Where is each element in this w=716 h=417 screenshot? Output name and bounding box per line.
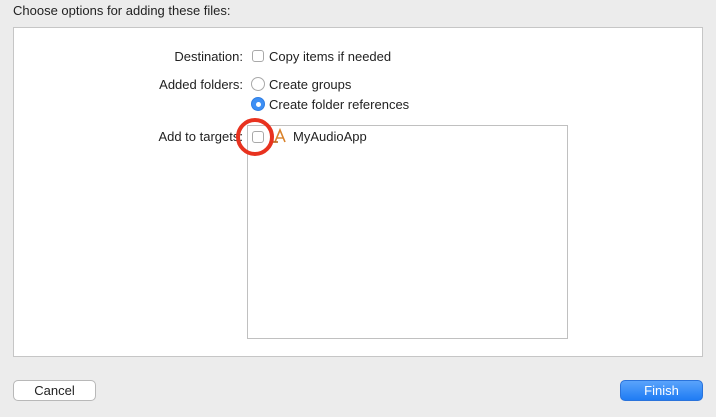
- create-folder-references-label[interactable]: Create folder references: [269, 97, 409, 112]
- add-to-targets-label: Add to targets:: [158, 129, 243, 144]
- copy-items-checkbox[interactable]: [252, 50, 264, 62]
- destination-label: Destination:: [174, 49, 243, 64]
- app-target-icon: [273, 128, 286, 143]
- finish-button[interactable]: Finish: [620, 380, 703, 401]
- create-groups-radio[interactable]: [251, 77, 265, 91]
- create-groups-label[interactable]: Create groups: [269, 77, 351, 92]
- create-folder-references-radio[interactable]: [251, 97, 265, 111]
- copy-items-label[interactable]: Copy items if needed: [269, 49, 391, 64]
- dialog-heading: Choose options for adding these files:: [13, 3, 231, 18]
- target-name-myaudioapp[interactable]: MyAudioApp: [293, 129, 367, 144]
- targets-list[interactable]: [247, 125, 568, 339]
- cancel-button[interactable]: Cancel: [13, 380, 96, 401]
- highlight-annotation-circle: [236, 118, 274, 156]
- added-folders-label: Added folders:: [159, 77, 243, 92]
